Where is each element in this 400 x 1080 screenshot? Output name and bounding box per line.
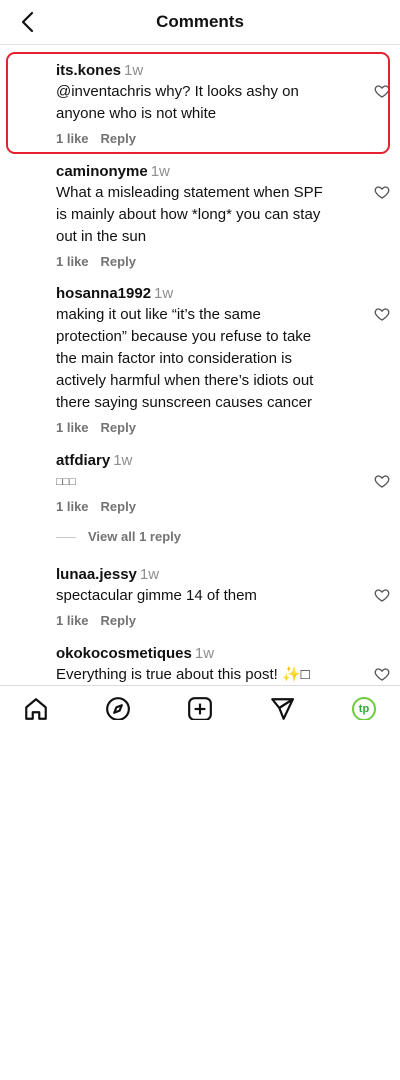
heart-icon[interactable] <box>374 587 390 603</box>
comment-time: 1w <box>194 645 215 662</box>
like-count[interactable]: 1 like <box>56 131 89 146</box>
page-title: Comments <box>156 12 244 31</box>
comment-username[interactable]: caminonyme <box>56 163 148 180</box>
explore-icon[interactable] <box>105 696 131 720</box>
reply-button[interactable]: Reply <box>101 420 136 435</box>
comment-username[interactable]: its.kones <box>56 62 121 79</box>
like-count[interactable]: 1 like <box>56 613 89 628</box>
header: Comments <box>0 0 400 45</box>
comments-screen: Comments its.kones 1w @inventachris why? … <box>0 0 400 720</box>
bottom-nav: tp <box>0 685 400 720</box>
comment-username[interactable]: hosanna1992 <box>56 285 151 302</box>
like-count[interactable]: 1 like <box>56 499 89 514</box>
comment-text: @inventachris why? It looks ashy on anyo… <box>56 83 299 122</box>
comment-time: 1w <box>139 566 160 583</box>
profile-icon[interactable]: tp <box>352 697 376 720</box>
reply-button[interactable]: Reply <box>101 254 136 269</box>
comment-text: Everything is true about this post! ✨□ <box>56 666 310 683</box>
comment-text: making it out like “it’s the same protec… <box>56 306 314 411</box>
comment-username[interactable]: atfdiary <box>56 452 110 469</box>
direct-message-icon[interactable] <box>269 696 295 720</box>
comment-username[interactable]: okokocosmetiques <box>56 645 192 662</box>
reply-button[interactable]: Reply <box>101 499 136 514</box>
heart-icon[interactable] <box>374 83 390 99</box>
heart-icon[interactable] <box>374 666 390 682</box>
reply-button[interactable]: Reply <box>101 613 136 628</box>
create-icon[interactable] <box>187 696 213 720</box>
comment-text: spectacular gimme 14 of them <box>56 587 257 604</box>
comment-time: 1w <box>124 62 144 79</box>
heart-icon[interactable] <box>374 184 390 200</box>
comment-text: □□□ <box>56 476 76 488</box>
heart-icon[interactable] <box>374 473 390 489</box>
heart-icon[interactable] <box>374 306 390 322</box>
comment-text: What a misleading statement when SPF is … <box>56 184 323 245</box>
reply-thread-line <box>56 537 76 539</box>
comment-time: 1w <box>154 285 174 302</box>
comment-time: 1w <box>113 452 133 469</box>
comment-time: 1w <box>150 163 170 180</box>
comment-list[interactable]: its.kones 1w @inventachris why? It looks … <box>0 44 400 685</box>
home-icon[interactable] <box>23 696 49 720</box>
reply-button[interactable]: Reply <box>101 131 136 146</box>
view-replies-button[interactable]: View all 1 reply <box>56 529 181 544</box>
like-count[interactable]: 1 like <box>56 254 89 269</box>
like-count[interactable]: 1 like <box>56 420 89 435</box>
comment-username[interactable]: lunaa.jessy <box>56 566 137 583</box>
